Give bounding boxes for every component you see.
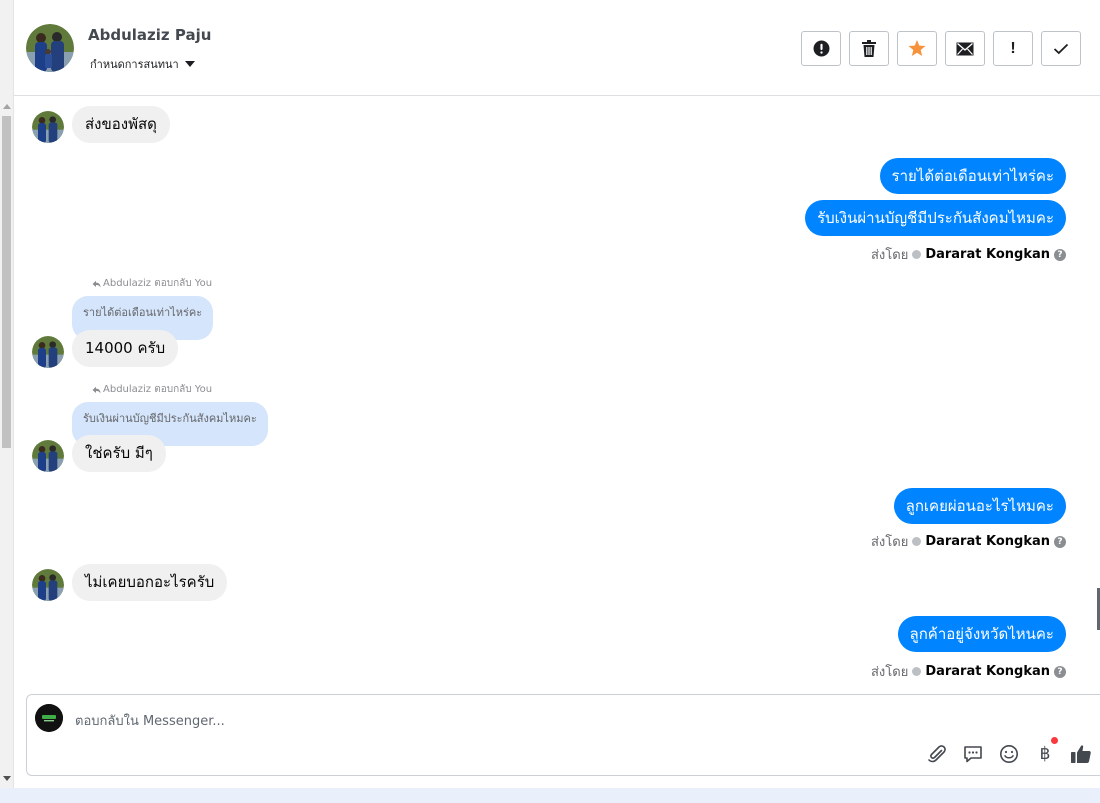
saved-reply-icon <box>964 746 982 763</box>
follow-up-button[interactable]: ! <box>993 31 1033 66</box>
emoji-button[interactable] <box>998 743 1020 765</box>
reply-input[interactable]: ตอบกลับใน Messenger... <box>75 710 225 731</box>
scroll-up-arrow-icon[interactable] <box>3 104 11 109</box>
conversation-header: Abdulaziz Paju กำหนดการสนทนา ! <box>14 0 1100 96</box>
payment-button[interactable]: ฿ <box>1034 737 1058 765</box>
page-scrollbar[interactable] <box>0 0 14 790</box>
contact-avatar-small <box>32 111 64 143</box>
header-actions: ! <box>801 31 1081 66</box>
sent-by-label: ส่งโดย Dararat Kongkan ? <box>871 661 1066 682</box>
help-icon[interactable]: ? <box>1054 665 1066 678</box>
contact-avatar-small <box>32 569 64 601</box>
reply-arrow-icon <box>92 386 101 393</box>
sent-by-prefix: ส่งโดย <box>870 665 909 680</box>
contact-name[interactable]: Abdulaziz Paju <box>88 26 211 44</box>
reply-indicator-text: Abdulaziz ตอบกลับ You <box>103 278 213 289</box>
page-dot-icon <box>912 250 922 259</box>
help-icon[interactable]: ? <box>1054 535 1066 548</box>
thumbs-up-icon <box>1071 745 1091 763</box>
paperclip-icon <box>928 745 946 763</box>
outgoing-message[interactable]: ลูกค้าอยู่จังหวัดไหนคะ <box>897 616 1066 652</box>
sent-by-name[interactable]: Dararat Kongkan <box>925 247 1050 262</box>
sent-by-name[interactable]: Dararat Kongkan <box>925 664 1050 679</box>
reply-indicator-text: Abdulaziz ตอบกลับ You <box>103 384 213 395</box>
contact-avatar[interactable] <box>26 24 74 72</box>
reply-indicator: Abdulaziz ตอบกลับ You <box>92 382 212 397</box>
baht-icon: ฿ <box>1039 744 1051 764</box>
star-button[interactable] <box>897 31 937 66</box>
sent-by-name[interactable]: Dararat Kongkan <box>925 534 1050 549</box>
trash-icon <box>862 40 876 57</box>
assign-label: กำหนดการสนทนา <box>90 58 179 71</box>
incoming-message[interactable]: ส่งของพัสดุ <box>72 106 170 143</box>
contact-avatar-small <box>32 440 64 472</box>
footer-band <box>0 788 1100 803</box>
incoming-message[interactable]: 14000 ครับ <box>72 330 179 367</box>
like-button[interactable] <box>1070 743 1092 765</box>
mark-done-button[interactable] <box>1041 31 1081 66</box>
assign-conversation-dropdown[interactable]: กำหนดการสนทนา <box>90 55 195 73</box>
reply-indicator: Abdulaziz ตอบกลับ You <box>92 276 212 291</box>
contact-avatar-small <box>32 336 64 368</box>
attach-button[interactable] <box>926 743 948 765</box>
sent-by-label: ส่งโดย Dararat Kongkan ? <box>871 244 1066 265</box>
star-icon <box>908 40 926 56</box>
message-thread[interactable]: ส่งของพัสดุ รายได้ต่อเดือนเท่าไหร่คะ รับ… <box>14 97 1100 687</box>
page-dot-icon <box>912 667 922 676</box>
reply-arrow-icon <box>92 280 101 287</box>
outgoing-message[interactable]: รายได้ต่อเดือนเท่าไหร่คะ <box>879 158 1066 194</box>
saved-reply-button[interactable] <box>962 743 984 765</box>
emoji-icon <box>1000 745 1018 763</box>
incoming-message[interactable]: ไม่เคยบอกอะไรครับ <box>72 564 228 601</box>
outgoing-message[interactable]: ลูกเคยผ่อนอะไรไหมคะ <box>893 488 1066 524</box>
delete-button[interactable] <box>849 31 889 66</box>
incoming-message[interactable]: ใช่ครับ มีๆ <box>72 435 166 472</box>
check-icon <box>1053 43 1069 54</box>
composer-toolbar: ฿ <box>926 737 1092 765</box>
caret-down-icon <box>184 61 195 67</box>
page-logo-avatar <box>35 704 63 732</box>
sent-by-prefix: ส่งโดย <box>870 248 909 263</box>
message-composer[interactable]: ตอบกลับใน Messenger... ฿ <box>26 694 1100 776</box>
scroll-down-arrow-icon[interactable] <box>3 776 11 781</box>
exclamation-icon: ! <box>1010 39 1016 57</box>
help-icon[interactable]: ? <box>1054 248 1066 261</box>
envelope-icon <box>956 42 974 55</box>
spam-button[interactable] <box>801 31 841 66</box>
alert-circle-icon <box>813 40 829 57</box>
mark-unread-button[interactable] <box>945 31 985 66</box>
outgoing-message[interactable]: รับเงินผ่านบัญชีมีประกันสังคมไหมคะ <box>805 200 1066 236</box>
notification-dot <box>1051 737 1058 744</box>
scrollbar-thumb[interactable] <box>2 116 11 448</box>
sent-by-label: ส่งโดย Dararat Kongkan ? <box>871 531 1066 552</box>
page-dot-icon <box>912 537 922 546</box>
sent-by-prefix: ส่งโดย <box>870 535 909 550</box>
